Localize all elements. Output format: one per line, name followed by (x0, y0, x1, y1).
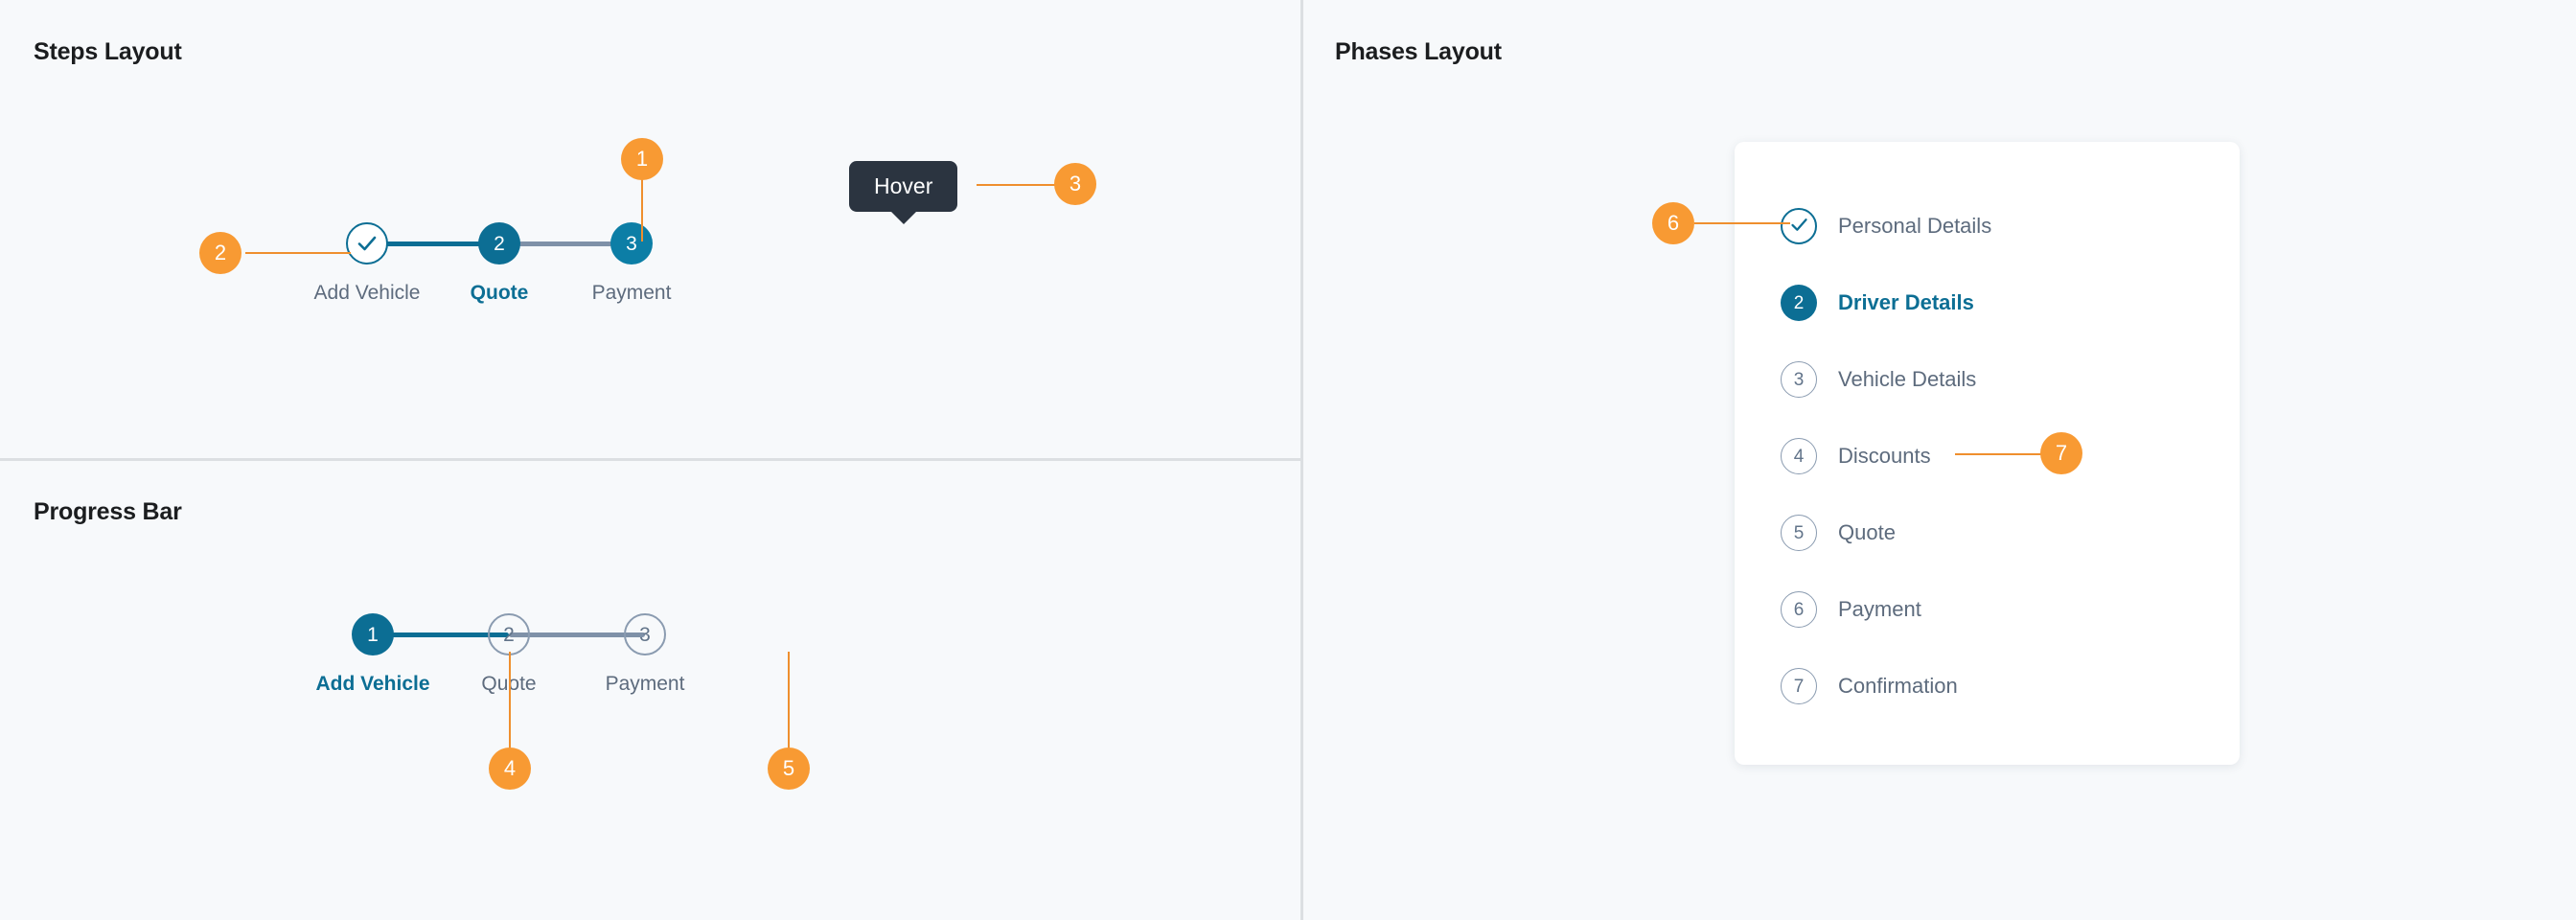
annotation-marker-2[interactable]: 2 (199, 232, 242, 274)
phase-label-quote: Quote (1838, 520, 1896, 544)
phase-row-confirmation[interactable]: 7 Confirmation (1735, 648, 2240, 724)
progress-bar-heading: Progress Bar (34, 498, 182, 525)
phase-row-discounts[interactable]: 4 Discounts (1735, 418, 2240, 494)
check-icon (1789, 215, 1809, 239)
step-label-payment: Payment (591, 282, 672, 304)
phase-circle-quote[interactable]: 5 (1781, 515, 1817, 551)
progress-circle-active[interactable]: 1 (352, 613, 394, 656)
check-icon (356, 232, 379, 255)
phase-label-vehicle-details: Vehicle Details (1838, 367, 1977, 391)
annotation-marker-1[interactable]: 1 (621, 138, 663, 180)
progress-label-add-vehicle: Add Vehicle (315, 673, 430, 695)
phase-circle-payment[interactable]: 6 (1781, 591, 1817, 628)
annotation-leader-5 (788, 652, 790, 763)
step-circle-payment[interactable]: 3 (610, 222, 653, 264)
step-payment[interactable]: 3 Payment (565, 222, 698, 305)
progress-circle-payment[interactable]: 3 (624, 613, 666, 656)
annotation-leader-2 (245, 252, 351, 254)
steps-layout-stepper: Add Vehicle 2 Quote 3 Payment (301, 222, 698, 305)
progress-step-add-vehicle[interactable]: 1 Add Vehicle (305, 613, 441, 696)
phase-row-payment[interactable]: 6 Payment (1735, 571, 2240, 648)
step-circle-completed[interactable] (346, 222, 388, 264)
annotation-leader-6 (1694, 222, 1790, 224)
screenshot-canvas: Steps Layout Progress Bar Phases Layout … (0, 0, 2576, 920)
phase-circle-completed[interactable] (1781, 208, 1817, 244)
phase-row-driver-details[interactable]: 2 Driver Details (1735, 264, 2240, 341)
annotation-leader-1 (641, 178, 643, 242)
progress-circle-quote[interactable]: 2 (488, 613, 530, 656)
phase-circle-active[interactable]: 2 (1781, 285, 1817, 321)
phase-row-vehicle-details[interactable]: 3 Vehicle Details (1735, 341, 2240, 418)
annotation-marker-3[interactable]: 3 (1054, 163, 1096, 205)
steps-layout-heading: Steps Layout (34, 38, 182, 65)
phase-label-payment: Payment (1838, 597, 1921, 621)
horizontal-panel-divider (0, 458, 1300, 461)
step-quote[interactable]: 2 Quote (433, 222, 565, 305)
phases-layout-heading: Phases Layout (1335, 38, 1502, 65)
vertical-panel-divider (1300, 0, 1303, 920)
step-add-vehicle[interactable]: Add Vehicle (301, 222, 433, 305)
step-circle-active[interactable]: 2 (478, 222, 520, 264)
annotation-marker-5[interactable]: 5 (768, 748, 810, 790)
hover-tooltip: Hover (849, 161, 958, 212)
step-label-add-vehicle: Add Vehicle (313, 282, 421, 304)
progress-step-payment[interactable]: 3 Payment (577, 613, 713, 696)
phase-circle-discounts[interactable]: 4 (1781, 438, 1817, 474)
phase-label-discounts: Discounts (1838, 444, 1931, 468)
annotation-marker-7[interactable]: 7 (2040, 432, 2082, 474)
step-label-quote: Quote (470, 282, 529, 304)
phase-row-personal-details[interactable]: Personal Details (1735, 188, 2240, 264)
phase-row-quote[interactable]: 5 Quote (1735, 494, 2240, 571)
annotation-leader-4 (509, 652, 511, 763)
phase-label-personal-details: Personal Details (1838, 214, 1992, 238)
progress-label-payment: Payment (605, 673, 685, 695)
phase-circle-confirmation[interactable]: 7 (1781, 668, 1817, 704)
phase-circle-vehicle-details[interactable]: 3 (1781, 361, 1817, 398)
annotation-marker-4[interactable]: 4 (489, 748, 531, 790)
annotation-marker-6[interactable]: 6 (1652, 202, 1694, 244)
phase-label-confirmation: Confirmation (1838, 674, 1958, 698)
phase-label-driver-details: Driver Details (1838, 290, 1974, 314)
